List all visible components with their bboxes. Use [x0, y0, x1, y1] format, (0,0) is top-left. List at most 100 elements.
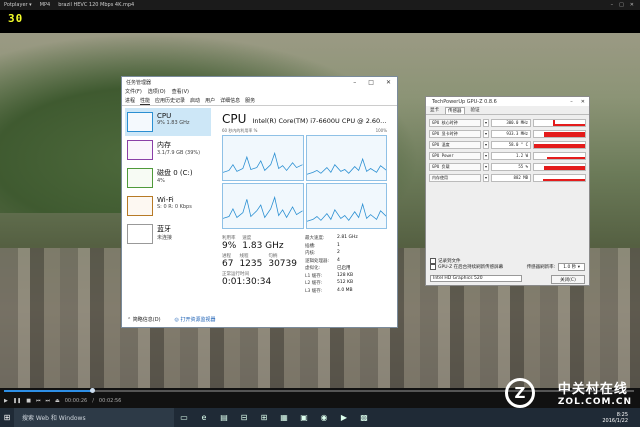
uptime-value: 0:01:30:34 — [222, 277, 272, 287]
player-title-bar: Potplayer ▾ MP4 brazil HEVC 120 Mbps 4K.… — [0, 0, 640, 10]
windows-start-icon[interactable]: ⊞ — [0, 408, 14, 427]
resource-monitor-link[interactable]: ◎ 打开资源监视器 — [175, 316, 216, 323]
edge-icon[interactable]: e — [194, 408, 214, 427]
prev-icon[interactable]: ⏮ — [36, 398, 41, 404]
tm-minimize-icon[interactable]: – — [353, 79, 356, 86]
wifi-thumb-graph — [127, 196, 153, 216]
spec-value: 512 KB — [337, 280, 354, 285]
spec-value: 4.0 MB — [337, 287, 353, 293]
app-icon[interactable]: ▣ — [294, 408, 314, 427]
watermark: 中关村在线 ZOL.COM.CN — [558, 378, 632, 407]
sensor-dropdown-icon[interactable]: ▾ — [483, 118, 489, 127]
gpuz-close-icon[interactable]: ✕ — [581, 99, 585, 105]
sensor-name: GPU 负载 — [429, 162, 481, 171]
sensor-name: GPU Power — [429, 151, 481, 160]
maximize-icon[interactable]: □ — [619, 2, 624, 8]
sidebar-item-bluetooth[interactable]: 蓝牙 未连接 — [125, 220, 211, 248]
fewer-details-button[interactable]: ⌃ 简略信息(D) — [127, 316, 161, 323]
play-icon[interactable]: ▶ — [4, 398, 8, 404]
close-icon[interactable]: ✕ — [630, 2, 634, 8]
sidebar-item-memory[interactable]: 内存 3.1/7.9 GB (39%) — [125, 136, 211, 164]
open-icon[interactable]: ⏏ — [55, 398, 60, 404]
next-icon[interactable]: ⏭ — [46, 398, 51, 404]
file-name: brazil HEVC 120 Mbps 4K.mp4 — [58, 2, 135, 8]
tm-maximize-icon[interactable]: □ — [368, 79, 374, 86]
gpuz-tab-validation[interactable]: 验证 — [471, 107, 480, 113]
cpu-core-graph-3 — [222, 183, 304, 229]
tab-startup[interactable]: 启动 — [190, 97, 200, 104]
menu-options[interactable]: 选项(O) — [148, 88, 166, 95]
util-value: 9% — [222, 241, 237, 251]
refresh-rate-label: 传感器刷新率: — [526, 265, 556, 270]
taskmgr-taskbar-icon[interactable]: ▦ — [274, 408, 294, 427]
tab-details[interactable]: 详细信息 — [220, 97, 240, 104]
sidebar-wifi-name: Wi-Fi — [157, 196, 174, 204]
tm-close-icon[interactable]: ✕ — [386, 79, 391, 86]
gpuz-tab-card[interactable]: 显卡 — [430, 107, 439, 113]
sidebar-cpu-name: CPU — [157, 112, 172, 120]
sensor-graph — [533, 151, 586, 160]
disk-thumb-graph — [127, 168, 153, 188]
sensor-name: GPU 核心时钟 — [429, 118, 481, 127]
media-icon[interactable]: ◉ — [314, 408, 334, 427]
gpuz-taskbar-icon[interactable]: ▩ — [354, 408, 374, 427]
tab-app-history[interactable]: 应用历史记录 — [155, 97, 185, 104]
gpuz-window[interactable]: TechPowerUp GPU-Z 0.8.6 – ✕ 显卡 传感器 验证 GP… — [425, 96, 590, 286]
minimize-icon[interactable]: – — [611, 2, 614, 8]
time-current: 00:00:26 — [64, 398, 88, 404]
sensor-value: 58.0 ° C — [491, 140, 531, 149]
store-icon[interactable]: ⊟ — [234, 408, 254, 427]
sensor-dropdown-icon[interactable]: ▾ — [483, 129, 489, 138]
sidebar-bluetooth-name: 蓝牙 — [157, 225, 171, 233]
gpuz-tab-sensors[interactable]: 传感器 — [445, 106, 465, 114]
cpu-core-graph-1 — [222, 135, 304, 181]
zol-logo-icon: Z — [505, 378, 535, 408]
explorer-icon[interactable]: ▤ — [214, 408, 234, 427]
watermark-title: 中关村在线 — [557, 382, 628, 397]
close-button[interactable]: 关闭(C) — [551, 275, 585, 284]
task-view-icon[interactable]: ▭ — [174, 408, 194, 427]
cpu-core-graph-4 — [305, 183, 387, 229]
fps-counter: 30 — [8, 12, 24, 25]
sensor-dropdown-icon[interactable]: ▾ — [483, 151, 489, 160]
sensor-dropdown-icon[interactable]: ▾ — [483, 162, 489, 171]
potplayer-taskbar-icon[interactable]: ▶ — [334, 408, 354, 427]
system-clock[interactable]: 8:25 2016/1/22 — [602, 412, 640, 424]
sidebar-cpu-value: 9% 1.83 GHz — [157, 120, 190, 126]
sidebar-item-disk[interactable]: 磁盘 0 (C:) 4% — [125, 164, 211, 192]
sidebar-item-wifi[interactable]: Wi-Fi S: 0 R: 0 Kbps — [125, 192, 211, 220]
playback-controls: ▶ ❚❚ ■ ⏮ ⏭ ⏏ 00:00:26 / 00:02:56 — [4, 398, 122, 404]
refresh-rate-select[interactable]: 1.0 秒 ▾ — [558, 263, 585, 271]
windows-icon[interactable]: ⊞ — [254, 408, 274, 427]
task-manager-window[interactable]: 任务管理器 – □ ✕ 文件(F) 选项(O) 查看(V) 进程 性能 应用历史… — [121, 76, 398, 328]
sensor-graph — [533, 140, 586, 149]
sidebar-item-cpu[interactable]: CPU 9% 1.83 GHz — [125, 108, 211, 136]
tab-processes[interactable]: 进程 — [125, 97, 135, 104]
spec-value: 128 KB — [337, 272, 354, 278]
sidebar-disk-value: 4% — [157, 178, 165, 184]
tm-footer: ⌃ 简略信息(D) ◎ 打开资源监视器 — [127, 316, 216, 323]
gpuz-minimize-icon[interactable]: – — [570, 99, 573, 105]
player-menu-button[interactable]: Potplayer ▾ — [4, 2, 32, 8]
cpu-heading: CPU — [222, 112, 247, 126]
sensor-dropdown-icon[interactable]: ▾ — [483, 140, 489, 149]
tab-performance[interactable]: 性能 — [140, 97, 151, 105]
sensor-row: GPU 显卡时钟 ▾ 933.3 MHz — [429, 128, 586, 139]
gpuz-sensor-list: GPU 核心时钟 ▾ 300.0 MHz GPU 显卡时钟 ▾ 933.3 MH… — [426, 115, 589, 185]
seek-bar[interactable] — [4, 390, 634, 392]
spec-key: 插槽: — [305, 243, 316, 249]
speed-value: 1.83 GHz — [242, 241, 284, 251]
time-total: 00:02:56 — [98, 398, 122, 404]
pause-icon[interactable]: ❚❚ — [13, 398, 21, 404]
sensor-dropdown-icon[interactable]: ▾ — [483, 173, 489, 182]
seek-bar-fill — [4, 390, 93, 392]
menu-view[interactable]: 查看(V) — [172, 88, 189, 95]
spec-key: 最大速度: — [305, 236, 325, 241]
menu-file[interactable]: 文件(F) — [125, 88, 142, 95]
search-box[interactable]: 搜索 Web 和 Windows — [14, 408, 174, 427]
stop-icon[interactable]: ■ — [26, 398, 31, 404]
tab-services[interactable]: 服务 — [245, 97, 255, 104]
device-select[interactable]: Intel HD Graphics 520 — [430, 275, 522, 282]
spec-value: 2.81 GHz — [337, 235, 358, 240]
tab-users[interactable]: 用户 — [205, 97, 215, 104]
